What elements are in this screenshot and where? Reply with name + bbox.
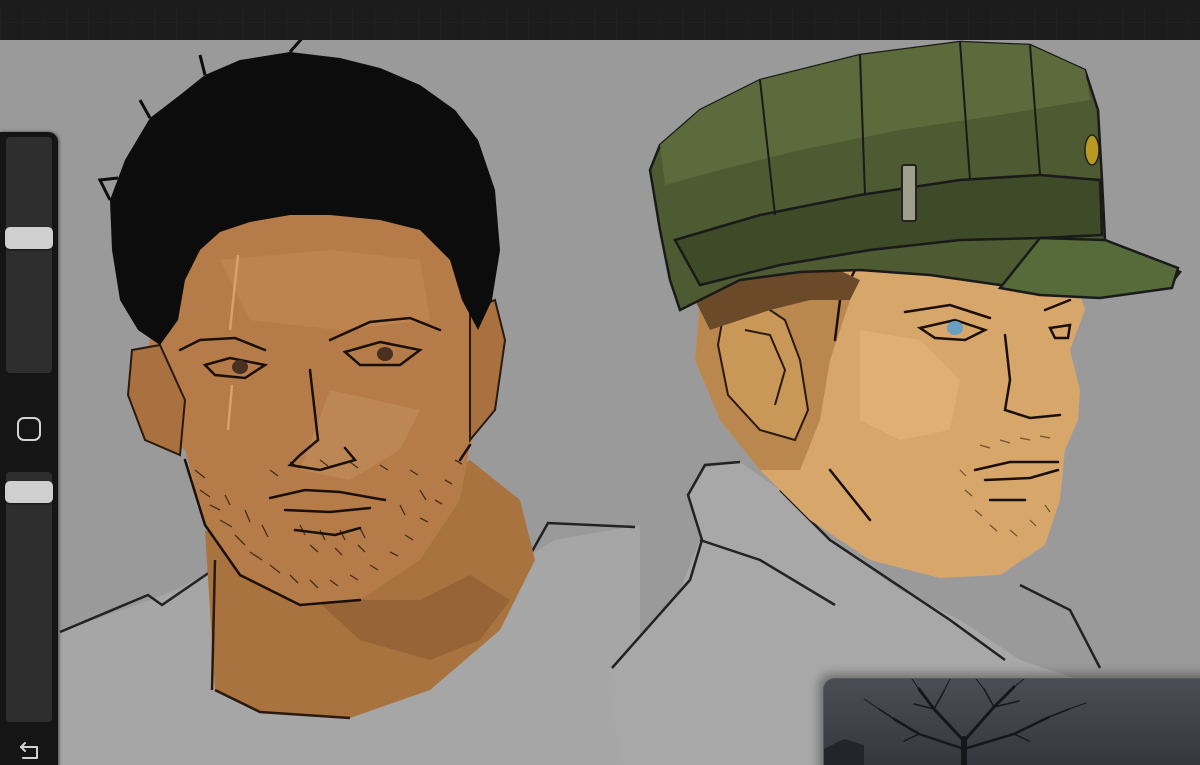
bare-tree-photo bbox=[824, 679, 1200, 765]
drawing-canvas[interactable] bbox=[0, 40, 1200, 765]
right-eye-iris bbox=[947, 321, 963, 335]
artwork[interactable] bbox=[0, 40, 1200, 765]
left-eye-l bbox=[232, 360, 248, 374]
brush-size-slider[interactable] bbox=[5, 137, 53, 373]
left-eye-r bbox=[377, 347, 393, 361]
brush-opacity-slider-thumb[interactable] bbox=[5, 481, 53, 503]
undo-arrow-icon bbox=[20, 742, 38, 759]
square-outline-icon bbox=[17, 417, 41, 441]
brush-sidebar bbox=[0, 132, 58, 765]
toolbar-grip-pattern bbox=[0, 0, 1200, 40]
cap-button bbox=[1084, 134, 1100, 166]
cap-buckle bbox=[901, 164, 917, 222]
drawing-app bbox=[0, 0, 1200, 765]
modify-button[interactable] bbox=[16, 416, 42, 442]
brush-size-slider-thumb[interactable] bbox=[5, 227, 53, 249]
top-toolbar bbox=[0, 0, 1200, 41]
reference-image-panel[interactable] bbox=[823, 678, 1200, 765]
undo-button[interactable] bbox=[16, 738, 42, 764]
brush-opacity-slider[interactable] bbox=[5, 472, 53, 722]
